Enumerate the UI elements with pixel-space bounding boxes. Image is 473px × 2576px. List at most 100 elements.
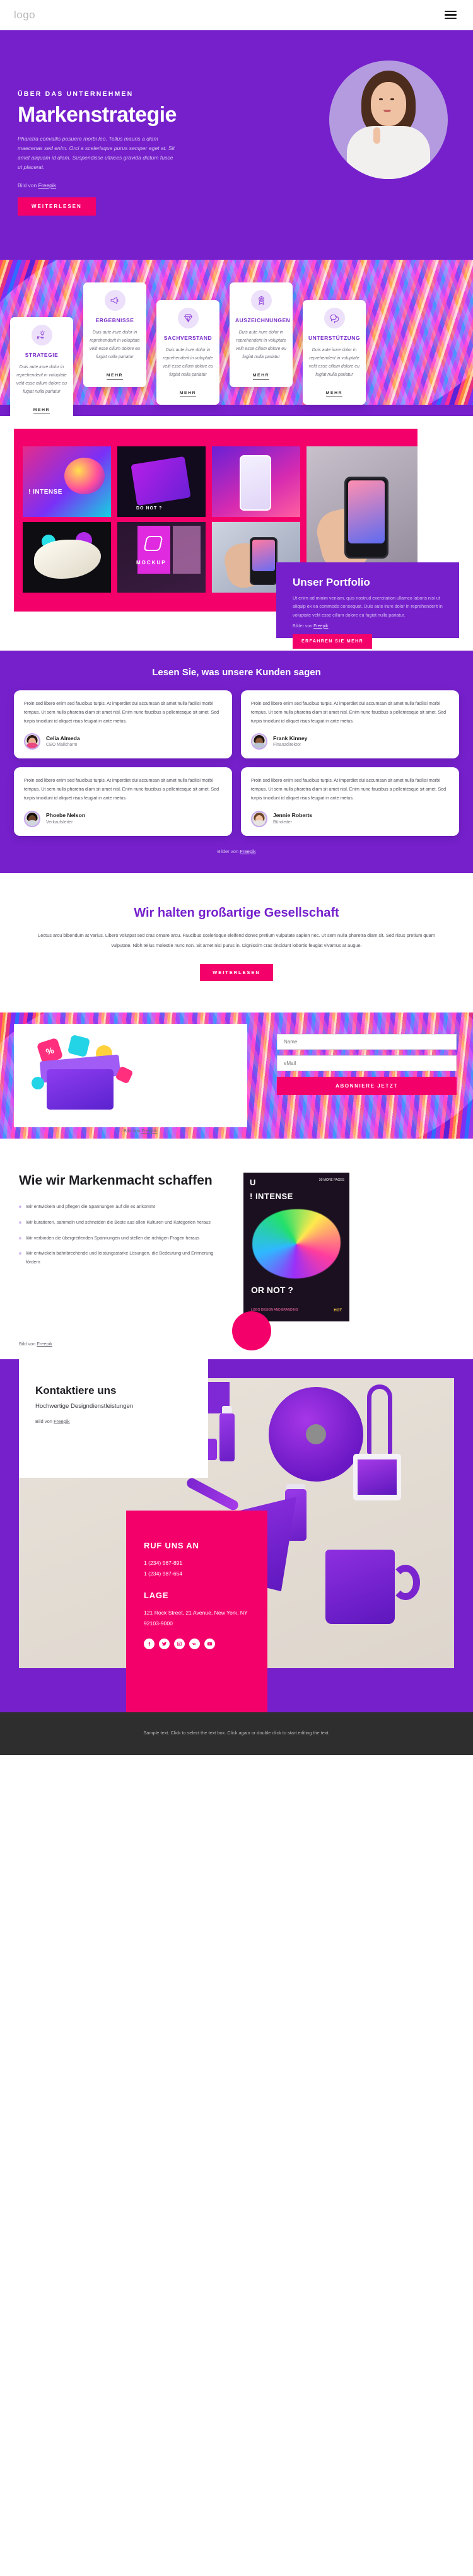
diamond-icon [177,308,199,328]
feature-title: ERGEBNISSE [95,317,134,323]
portfolio-tile-4[interactable] [23,522,111,593]
feature-more-link[interactable]: MEHR [325,391,343,397]
facebook-icon[interactable] [144,1639,155,1650]
company-cta-button[interactable]: WEITERLESEN [200,964,273,982]
feature-body: Duis aute irure dolor in reprehenderit i… [89,330,141,359]
subscribe-button[interactable]: ABONNIERE JETZT [277,1077,457,1096]
feature-body: Duis aute irure dolor in reprehenderit i… [16,365,67,394]
portfolio-tile-5-label: MOCKUP [136,560,166,566]
brandpower-credit: Bild von Freepik [19,1341,52,1347]
email-input[interactable] [277,1055,457,1072]
megaphone-icon [104,290,126,311]
subscribe-credit-link[interactable]: Freepik [141,1128,157,1134]
call-us-title: RUF UNS AN [144,1541,199,1551]
brandpower-list: Wir entwickeln und pflegen die Spannunge… [19,1202,227,1266]
magazine-brand: U [250,1178,256,1188]
testimonial-name: Frank Kinney [273,735,308,741]
avatar [24,733,40,750]
testimonial-person: Celia Almeda CEO Mailcharm [24,733,222,750]
feature-card-strategie[interactable]: STRATEGIE Duis aute irure dolor in repre… [10,317,73,416]
phone-number[interactable]: 1 (234) 567-891 [144,1558,250,1569]
testimonial-name: Celia Almeda [46,735,80,741]
brandpower-section: Wie wir Markenmacht schaffen Wir entwick… [0,1139,473,1360]
contact-credit-link[interactable]: Freepik [54,1419,69,1424]
portfolio-cta-button[interactable]: ERFAHREN SIE MEHR [293,634,373,649]
magazine-or-not: OR NOT ? [251,1285,293,1296]
feature-card-unterstuetzung[interactable]: UNTERSTÜTZUNG Duis aute irure dolor in r… [303,300,366,405]
company-paragraph: Lectus arcu bibendum at varius. Libero v… [38,932,435,948]
hero-section: ÜBER DAS UNTERNEHMEN Markenstrategie Pha… [0,30,473,251]
testimonial-card: Proin sed libero enim sed faucibus turpi… [241,690,459,759]
testimonial-card: Proin sed libero enim sed faucibus turpi… [14,767,232,836]
hero-credit-link[interactable]: Freepik [38,182,56,189]
hamburger-menu-icon[interactable] [442,8,459,22]
contact-credit-prefix: Bild von [35,1419,54,1425]
feature-more-link[interactable]: MEHR [106,373,124,380]
portfolio-tile-1[interactable]: ! INTENSE [23,446,111,517]
portfolio-credit: Bilder von Freepik [293,624,443,629]
feature-card-ergebnisse[interactable]: ERGEBNISSE Duis aute irure dolor in repr… [83,282,146,387]
brandpower-credit-prefix: Bild von [19,1341,37,1347]
testimonials-section: Lesen Sie, was unsere Kunden sagen Proin… [0,651,473,873]
avatar [251,810,267,827]
contact-subheading: Hochwertige Designdienstleistungen [35,1403,134,1410]
site-header: logo [0,0,473,30]
subscribe-credit: Bild von Freepik [124,1128,157,1134]
gift-box-illustration: % [30,1034,144,1117]
avatar [251,733,267,750]
feature-more-link[interactable]: MEHR [252,373,270,380]
company-section: Wir halten großartige Gesellschaft Lectu… [0,873,473,1013]
list-item: Wir entwickeln bahnbrechende und leistun… [19,1249,227,1266]
testimonial-role: Finanzdirektor [273,743,301,748]
feature-more-link[interactable]: MEHR [179,391,197,397]
vk-icon[interactable] [189,1639,200,1650]
testimonials-credit-prefix: Bilder von [217,848,240,854]
feature-body: Duis aute irure dolor in reprehenderit i… [162,348,214,377]
brandpower-heading: Wie wir Markenmacht schaffen [19,1173,213,1188]
logo[interactable]: logo [14,9,35,21]
portfolio-paragraph: Ut enim ad minim veniam, quis nostrud ex… [293,595,443,618]
phone-number[interactable]: 1 (234) 987-654 [144,1569,250,1579]
address: 121 Rock Street, 21 Avenue, New York, NY… [144,1610,248,1627]
portfolio-section: ! INTENSE DO NOT ? MOCKUP Unser Portfoli… [0,416,473,651]
list-item: Wir entwickeln und pflegen die Spannunge… [19,1202,227,1211]
feature-body: Duis aute irure dolor in reprehenderit i… [308,348,360,377]
testimonials-credit-link[interactable]: Freepik [240,849,255,854]
portfolio-tile-3[interactable] [212,446,300,517]
testimonial-role: Büroleiter [273,820,292,825]
feature-card-sachverstand[interactable]: SACHVERSTAND Duis aute irure dolor in re… [156,300,219,405]
youtube-icon[interactable] [204,1639,215,1650]
feature-body: Duis aute irure dolor in reprehenderit i… [235,330,287,359]
twitter-icon[interactable] [159,1639,170,1650]
brandpower-credit-link[interactable]: Freepik [37,1341,52,1347]
portfolio-credit-link[interactable]: Freepik [313,624,328,629]
hero-title: Markenstrategie [18,103,177,127]
hero-cta-button[interactable]: WEITERLESEN [18,197,96,216]
page-root: logo ÜBER DAS UNTERNEHMEN Markenstrategi… [0,0,473,1756]
feature-more-link[interactable]: MEHR [33,408,50,414]
magazine-blob-graphic [252,1209,341,1279]
testimonial-quote: Proin sed libero enim sed faucibus turpi… [24,778,219,801]
portfolio-tile-2[interactable]: DO NOT ? [117,446,206,517]
testimonial-role: CEO Mailcharm [46,743,78,748]
testimonial-quote: Proin sed libero enim sed faucibus turpi… [24,701,219,724]
portfolio-tile-2-label: DO NOT ? [136,506,163,511]
name-input[interactable] [277,1034,457,1050]
magazine-footer-right: HOT [334,1309,342,1313]
lightbulb-hand-icon [31,325,52,345]
feature-title: STRATEGIE [25,352,59,358]
hero-portrait-image [329,61,448,179]
portfolio-credit-prefix: Bilder von [293,624,314,629]
portfolio-tile-5[interactable]: MOCKUP [117,522,206,593]
hero-credit: Bild von Freepik [18,182,208,189]
feature-card-auszeichnungen[interactable]: AUSZEICHNUNGEN Duis aute irure dolor in … [230,282,293,387]
site-footer: Sample text. Click to select the text bo… [0,1712,473,1756]
testimonial-quote: Proin sed libero enim sed faucibus turpi… [251,778,447,801]
instagram-icon[interactable] [174,1639,185,1650]
chat-bubbles-icon [324,308,345,328]
magazine-top-note: 30 MORE PAGES [318,1178,344,1183]
magazine-cover-image: U 30 MORE PAGES ! INTENSE OR NOT ? LOGO … [243,1173,349,1322]
testimonials-grid: Proin sed libero enim sed faucibus turpi… [14,690,459,836]
social-links [144,1639,250,1650]
subscribe-credit-prefix: Bild von [124,1128,142,1134]
